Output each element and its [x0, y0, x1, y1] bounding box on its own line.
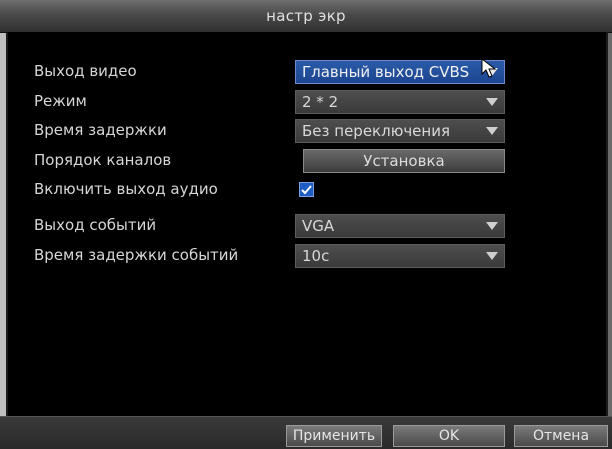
dropdown-arrow-icon	[484, 123, 500, 139]
audio-output-checkbox[interactable]	[299, 182, 314, 197]
title-bar: настр экр	[0, 0, 612, 33]
event-output-dropdown[interactable]: VGA	[295, 214, 505, 238]
mouse-cursor-icon	[481, 58, 497, 78]
event-dwell-dropdown[interactable]: 10с	[295, 244, 505, 268]
dwell-time-row: Время задержки Без переключения	[8, 119, 606, 143]
dwell-time-value: Без переключения	[302, 122, 450, 140]
dropdown-arrow-icon	[484, 218, 500, 234]
event-dwell-value: 10с	[302, 247, 330, 265]
window-title: настр экр	[266, 7, 346, 25]
event-output-row: Выход событий VGA	[8, 214, 606, 238]
channel-order-row: Порядок каналов Установка	[8, 149, 606, 173]
bottom-button-bar: Применить OK Отмена	[0, 416, 612, 449]
dropdown-arrow-icon	[484, 248, 500, 264]
mode-label: Режим	[34, 92, 87, 110]
settings-panel: Выход видео Главный выход CVBS Режим 2 *…	[8, 32, 606, 416]
audio-output-label: Включить выход аудио	[34, 180, 218, 198]
channel-order-label: Порядок каналов	[34, 151, 172, 169]
mode-row: Режим 2 * 2	[8, 90, 606, 114]
ok-button[interactable]: OK	[393, 425, 505, 447]
mode-value: 2 * 2	[302, 93, 339, 111]
dwell-time-label: Время задержки	[34, 121, 167, 139]
video-output-dropdown[interactable]: Главный выход CVBS	[295, 60, 505, 84]
cancel-button[interactable]: Отмена	[514, 425, 608, 447]
video-output-value: Главный выход CVBS	[302, 63, 470, 81]
dropdown-arrow-icon	[484, 94, 500, 110]
event-output-label: Выход событий	[34, 216, 157, 234]
apply-button[interactable]: Применить	[286, 425, 382, 447]
video-output-label: Выход видео	[34, 62, 137, 80]
audio-output-row: Включить выход аудио	[8, 178, 606, 202]
event-output-value: VGA	[302, 217, 335, 235]
video-output-row: Выход видео Главный выход CVBS	[8, 60, 606, 84]
dwell-time-dropdown[interactable]: Без переключения	[295, 119, 505, 143]
mode-dropdown[interactable]: 2 * 2	[295, 90, 505, 114]
checkmark-icon	[301, 185, 312, 195]
channel-order-setup-button[interactable]: Установка	[303, 149, 505, 173]
event-dwell-label: Время задержки событий	[34, 246, 239, 264]
event-dwell-row: Время задержки событий 10с	[8, 244, 606, 268]
